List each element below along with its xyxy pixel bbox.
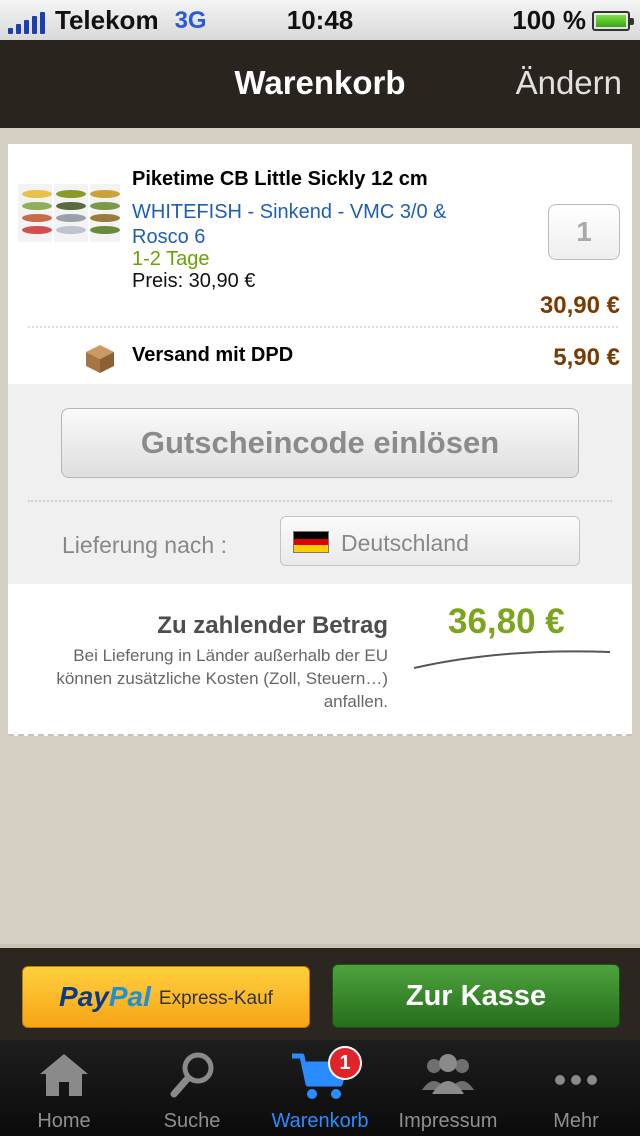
tab-label: Home — [37, 1110, 91, 1132]
product-variant: WHITEFISH - Sinkend - VMC 3/0 & Rosco 6 — [132, 201, 447, 248]
tab-home[interactable]: Home — [0, 1040, 128, 1136]
product-thumbnail — [18, 184, 120, 242]
unit-price: Preis: 30,90 € — [132, 270, 256, 292]
tab-search[interactable]: Suche — [128, 1040, 256, 1136]
paypal-subtitle: Express-Kauf — [158, 988, 273, 1009]
divider — [28, 326, 618, 328]
product-title: Piketime CB Little Sickly 12 cm — [132, 168, 428, 190]
search-icon — [170, 1052, 214, 1098]
tab-label: Suche — [163, 1110, 221, 1132]
checkout-button[interactable]: Zur Kasse — [332, 964, 620, 1028]
edit-button[interactable]: Ändern — [516, 64, 622, 102]
cart-item[interactable]: Piketime CB Little Sickly 12 cm WHITEFIS… — [8, 144, 632, 324]
shipping-label: Versand mit DPD — [132, 344, 294, 366]
country-name: Deutschland — [341, 530, 469, 556]
tab-imprint[interactable]: Impressum — [384, 1040, 512, 1136]
tab-label: Warenkorb — [271, 1110, 369, 1132]
battery-icon — [592, 10, 634, 31]
line-total: 30,90 € — [539, 292, 620, 319]
battery-percent: 100 % — [512, 5, 586, 35]
shipping-price: 5,90 € — [553, 344, 620, 371]
more-icon — [555, 1075, 597, 1085]
tab-cart[interactable]: 1 Warenkorb — [256, 1040, 384, 1136]
nav-bar: Warenkorb Ändern — [0, 40, 640, 128]
delivery-time: 1-2 Tage — [132, 248, 210, 270]
total-note: Bei Lieferung in Länder außerhalb der EU… — [56, 646, 388, 711]
underline-swoosh — [413, 650, 611, 669]
checkout-bar: PayPal Express-Kauf Zur Kasse — [0, 944, 640, 1040]
quantity-field[interactable]: 1 — [548, 204, 620, 260]
cart-card: Piketime CB Little Sickly 12 cm WHITEFIS… — [8, 144, 632, 736]
redeem-coupon-button[interactable]: Gutscheincode einlösen — [61, 408, 579, 478]
paypal-express-button[interactable]: PayPal Express-Kauf — [22, 966, 310, 1028]
cart-badge: 1 — [328, 1046, 362, 1080]
tab-label: Impressum — [398, 1110, 498, 1132]
tab-more[interactable]: Mehr — [512, 1040, 640, 1136]
box-icon — [86, 345, 114, 373]
tab-label: Mehr — [553, 1110, 599, 1132]
tab-bar: Home Suche 1 Warenkorb Impressum Mehr — [0, 1040, 640, 1136]
germany-flag-icon — [293, 531, 329, 553]
total-label: Zu zahlender Betrag — [157, 612, 388, 639]
people-icon — [422, 1054, 474, 1094]
battery-info: 100 % — [512, 5, 634, 36]
total-amount: 36,80 € — [448, 602, 565, 641]
delivery-label: Lieferung nach : — [62, 532, 227, 558]
status-bar: Telekom 3G 10:48 100 % — [0, 0, 640, 40]
divider — [28, 500, 612, 502]
total-section: Zu zahlender Betrag Bei Lieferung in Län… — [8, 584, 632, 734]
coupon-section: Gutscheincode einlösen Lieferung nach : … — [8, 384, 632, 584]
home-icon — [40, 1054, 88, 1096]
country-select[interactable]: Deutschland — [280, 516, 580, 566]
paypal-logo: PayPal — [59, 981, 151, 1012]
